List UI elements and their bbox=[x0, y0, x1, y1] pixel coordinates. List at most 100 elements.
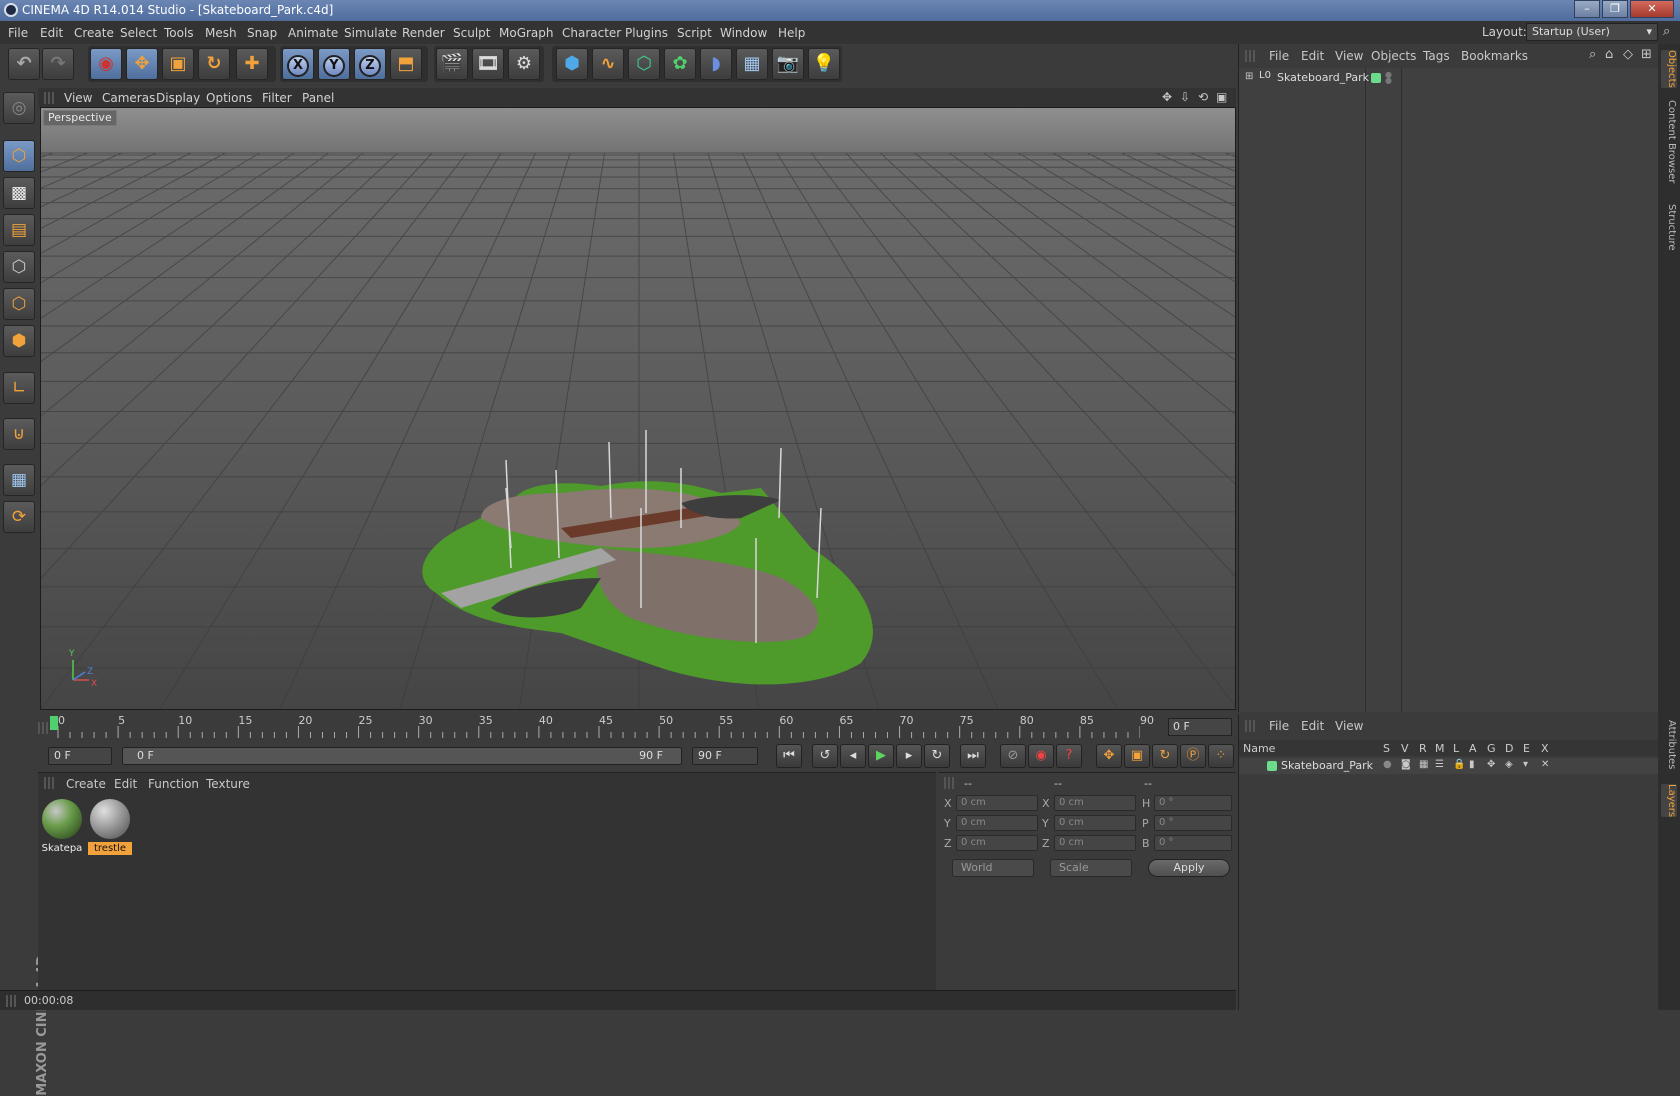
size-mode-select[interactable]: Scale bbox=[1050, 859, 1132, 877]
layers-menu-edit[interactable]: Edit bbox=[1301, 719, 1324, 733]
rotation-b-field[interactable]: 0 ° bbox=[1154, 835, 1232, 851]
move-tool-icon[interactable]: ✥ bbox=[126, 48, 158, 80]
range-slider[interactable]: 0 F 90 F bbox=[122, 747, 682, 765]
render-settings-icon[interactable]: ⚙ bbox=[508, 48, 540, 80]
object-name[interactable]: Skateboard_Park bbox=[1277, 71, 1369, 84]
search-icon[interactable]: ⌕ bbox=[1589, 47, 1596, 62]
tab-content-browser[interactable]: Content Browser bbox=[1661, 100, 1677, 183]
workplane-lock-icon[interactable]: ▦ bbox=[3, 464, 35, 496]
panel-grip[interactable] bbox=[44, 92, 54, 104]
home-icon[interactable]: ⌂ bbox=[1605, 47, 1613, 62]
layout-select[interactable]: Startup (User) bbox=[1526, 23, 1658, 41]
polygons-mode-icon[interactable]: ⬢ bbox=[3, 325, 35, 357]
model-mode-icon[interactable]: ⬡ bbox=[3, 140, 35, 172]
tab-objects[interactable]: Objects bbox=[1661, 50, 1677, 88]
layer-name[interactable]: Skateboard_Park bbox=[1281, 759, 1373, 772]
animation-icon[interactable]: ▮ bbox=[1469, 759, 1475, 770]
autokey-icon[interactable]: ◉ bbox=[1028, 744, 1054, 768]
eye-icon[interactable]: ◇ bbox=[1623, 47, 1633, 62]
start-frame-field[interactable]: 0 F bbox=[48, 747, 112, 765]
key-scale-icon[interactable]: ▣ bbox=[1124, 744, 1150, 768]
layers-menu-file[interactable]: File bbox=[1269, 719, 1289, 733]
playhead-marker[interactable] bbox=[50, 716, 58, 730]
viewport-menu-filter[interactable]: Filter bbox=[262, 91, 292, 105]
tab-layers[interactable]: Layers bbox=[1661, 784, 1677, 818]
key-pla-icon[interactable]: ⁘ bbox=[1208, 744, 1234, 768]
previous-frame-icon[interactable]: ◂ bbox=[840, 744, 866, 768]
objects-menu-view[interactable]: View bbox=[1335, 49, 1363, 63]
col-view[interactable]: V bbox=[1401, 742, 1409, 755]
material-menu-create[interactable]: Create bbox=[66, 777, 106, 791]
view-icon[interactable]: ◙ bbox=[1401, 759, 1411, 770]
key-position-icon[interactable]: ✥ bbox=[1096, 744, 1122, 768]
panel-grip[interactable] bbox=[44, 777, 54, 789]
x-axis-lock-button[interactable]: X bbox=[282, 48, 314, 80]
camera-icon[interactable]: 📷 bbox=[772, 48, 804, 80]
viewport-menu-options[interactable]: Options bbox=[206, 91, 252, 105]
col-expressions[interactable]: E bbox=[1523, 742, 1530, 755]
current-frame-field[interactable]: 0 F bbox=[1168, 718, 1232, 736]
layer-color-swatch[interactable] bbox=[1267, 761, 1277, 771]
panel-grip[interactable] bbox=[944, 777, 954, 789]
layer-row[interactable]: Skateboard_Park ● ◙ ▦ ☰ 🔒 ▮ ✥ ◈ ▾ ✕ bbox=[1239, 758, 1659, 774]
expand-icon[interactable]: ⊞ bbox=[1245, 71, 1253, 82]
col-name[interactable]: Name bbox=[1243, 742, 1275, 755]
lock-icon[interactable]: 🔒 bbox=[1453, 759, 1465, 770]
objects-menu-objects[interactable]: Objects bbox=[1371, 49, 1416, 63]
col-xrefs[interactable]: X bbox=[1541, 742, 1549, 755]
move-view-icon[interactable]: ✥ bbox=[1162, 90, 1172, 104]
rotate-tool-icon[interactable]: ↻ bbox=[198, 48, 230, 80]
objects-menu-edit[interactable]: Edit bbox=[1301, 49, 1324, 63]
layer-color-swatch[interactable] bbox=[1371, 73, 1381, 83]
menu-snap[interactable]: Snap bbox=[247, 26, 277, 40]
cube-object-icon[interactable]: ⬢ bbox=[556, 48, 588, 80]
material-swatch[interactable]: Skatepa bbox=[40, 799, 84, 857]
expression-icon[interactable]: ▾ bbox=[1523, 759, 1528, 770]
size-x-field[interactable]: 0 cm bbox=[1054, 795, 1136, 811]
material-menu-edit[interactable]: Edit bbox=[114, 777, 137, 791]
close-button[interactable]: ✕ bbox=[1630, 0, 1674, 18]
transform-tool-icon[interactable]: ✚ bbox=[236, 48, 268, 80]
menu-window[interactable]: Window bbox=[720, 26, 767, 40]
toggle-view-icon[interactable]: ▣ bbox=[1216, 90, 1227, 104]
panel-grip[interactable] bbox=[1245, 720, 1255, 732]
y-axis-lock-button[interactable]: Y bbox=[318, 48, 350, 80]
rotation-p-field[interactable]: 0 ° bbox=[1154, 815, 1232, 831]
rotation-h-field[interactable]: 0 ° bbox=[1154, 795, 1232, 811]
position-z-field[interactable]: 0 cm bbox=[956, 835, 1038, 851]
viewport-menu-display[interactable]: Display bbox=[156, 91, 200, 105]
keyframe-selection-icon[interactable]: ? bbox=[1056, 744, 1082, 768]
texture-mode-icon[interactable]: ▩ bbox=[3, 177, 35, 209]
tab-attributes[interactable]: Attributes bbox=[1661, 720, 1677, 769]
go-to-start-icon[interactable]: ⏮ bbox=[776, 744, 802, 768]
objects-menu-bookmarks[interactable]: Bookmarks bbox=[1461, 49, 1528, 63]
light-icon[interactable]: 💡 bbox=[808, 48, 840, 80]
render-picture-viewer-icon[interactable]: 🎞 bbox=[472, 48, 504, 80]
col-manager[interactable]: M bbox=[1435, 742, 1445, 755]
points-mode-icon[interactable]: ⬡ bbox=[3, 251, 35, 283]
make-editable-icon[interactable]: ◎ bbox=[3, 92, 35, 124]
menu-simulate[interactable]: Simulate bbox=[344, 26, 397, 40]
coordinate-system-icon[interactable]: ⬒ bbox=[390, 48, 422, 80]
col-solo[interactable]: S bbox=[1383, 742, 1390, 755]
scale-tool-icon[interactable]: ▣ bbox=[162, 48, 194, 80]
menu-mesh[interactable]: Mesh bbox=[205, 26, 237, 40]
key-rotation-icon[interactable]: ↻ bbox=[1152, 744, 1178, 768]
next-frame-icon[interactable]: ▸ bbox=[896, 744, 922, 768]
z-axis-lock-button[interactable]: Z bbox=[354, 48, 386, 80]
menu-character[interactable]: Character bbox=[562, 26, 621, 40]
render-icon[interactable]: ▦ bbox=[1419, 759, 1428, 770]
live-selection-icon[interactable]: ◉ bbox=[90, 48, 122, 80]
deformer-icon[interactable]: ◈ bbox=[1505, 759, 1513, 770]
menu-help[interactable]: Help bbox=[778, 26, 805, 40]
visibility-dots[interactable]: ● ● bbox=[1385, 71, 1392, 85]
solo-icon[interactable]: ● bbox=[1383, 759, 1392, 770]
menu-mograph[interactable]: MoGraph bbox=[499, 26, 554, 40]
menu-select[interactable]: Select bbox=[120, 26, 157, 40]
position-x-field[interactable]: 0 cm bbox=[956, 795, 1038, 811]
go-to-end-icon[interactable]: ⏭ bbox=[960, 744, 986, 768]
next-key-icon[interactable]: ↻ bbox=[924, 744, 950, 768]
restore-button[interactable]: ❐ bbox=[1602, 0, 1628, 18]
viewport-menu-panel[interactable]: Panel bbox=[302, 91, 334, 105]
menu-file[interactable]: File bbox=[8, 26, 28, 40]
